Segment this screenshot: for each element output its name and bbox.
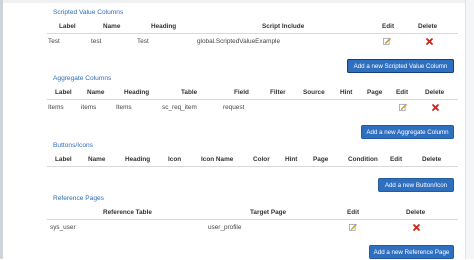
aggregate-header-delete: Delete: [425, 89, 445, 96]
aggregate-header-page: Page: [367, 89, 383, 96]
aggregate-cell-name: items: [81, 104, 97, 111]
scripted-cell-label: Test: [48, 38, 60, 45]
buttons-header-edit: Edit: [390, 156, 403, 163]
aggregate-cell-heading: Items: [116, 104, 132, 111]
delete-x-icon[interactable]: [432, 104, 439, 111]
scripted-header-name: Name: [103, 23, 121, 30]
scripted-header-edit: Edit: [382, 23, 395, 30]
buttons-header-label: Label: [55, 156, 72, 163]
buttons-header-condition: Condition: [348, 156, 378, 163]
scripted-cell-name: test: [91, 38, 102, 45]
scripted-header-heading: Heading: [151, 23, 177, 30]
reference-header-delete: Delete: [406, 209, 426, 216]
reference-section-title: Reference Pages: [53, 195, 104, 202]
reference-header-edit: Edit: [347, 209, 360, 216]
add-reference-page-button[interactable]: Add a new Reference Page: [369, 245, 454, 259]
buttons-header-name: Name: [88, 156, 106, 163]
scripted-cell-heading: Test: [137, 38, 149, 45]
scripted-header-delete: Delete: [418, 23, 438, 30]
scripted-header-script-include: Script Include: [262, 23, 305, 30]
aggregate-header-table: Table: [181, 89, 198, 96]
buttons-section-title: Buttons/Icons: [53, 142, 93, 149]
scripted-header-label: Label: [59, 23, 76, 30]
delete-x-icon[interactable]: [413, 224, 420, 231]
top-frame-border: [3, 0, 465, 3]
reference-header-target-page: Target Page: [250, 209, 287, 216]
scripted-header-divider: [47, 33, 458, 34]
aggregate-cell-label: Items: [48, 104, 64, 111]
aggregate-header-filter: Filter: [270, 89, 286, 96]
buttons-header-icon-name: Icon Name: [201, 156, 234, 163]
reference-cell-target-page: user_profile: [208, 224, 242, 231]
buttons-header-divider: [47, 166, 458, 167]
edit-pencil-icon[interactable]: [399, 103, 407, 111]
scripted-cell-script-include: global.ScriptedValueExample: [197, 38, 281, 45]
reference-cell-table: sys_user: [50, 224, 76, 231]
reference-header-divider: [47, 219, 458, 220]
aggregate-cell-field: request: [223, 104, 245, 111]
edit-pencil-icon[interactable]: [383, 37, 391, 45]
aggregate-header-field: Field: [234, 89, 249, 96]
vertical-scrollbar[interactable]: [465, 0, 474, 259]
add-scripted-value-column-button[interactable]: Add a new Scripted Value Column: [347, 59, 454, 73]
aggregate-header-name: Name: [87, 89, 105, 96]
aggregate-header-label: Label: [55, 89, 72, 96]
buttons-header-icon: Icon: [168, 156, 182, 163]
buttons-header-page: Page: [313, 156, 329, 163]
aggregate-cell-table: sc_req_item: [162, 104, 197, 111]
buttons-header-hint: Hint: [285, 156, 298, 163]
aggregate-header-source: Source: [303, 89, 325, 96]
aggregate-header-heading: Heading: [124, 89, 150, 96]
edit-pencil-icon[interactable]: [349, 223, 357, 231]
buttons-header-color: Color: [253, 156, 270, 163]
reference-header-table: Reference Table: [103, 209, 152, 216]
buttons-header-heading: Heading: [125, 156, 151, 163]
add-aggregate-column-button[interactable]: Add a new Aggregate Column: [361, 125, 454, 139]
aggregate-header-edit: Edit: [396, 89, 409, 96]
aggregate-section-title: Aggregate Columns: [53, 75, 112, 82]
left-frame-border: [0, 0, 3, 259]
buttons-header-delete: Delete: [422, 156, 442, 163]
scripted-section-title: Scripted Value Columns: [53, 9, 124, 16]
aggregate-header-hint: Hint: [340, 89, 353, 96]
add-button-icon-button[interactable]: Add a new Button/Icon: [378, 178, 454, 192]
aggregate-header-divider: [47, 99, 458, 100]
delete-x-icon[interactable]: [426, 38, 433, 45]
